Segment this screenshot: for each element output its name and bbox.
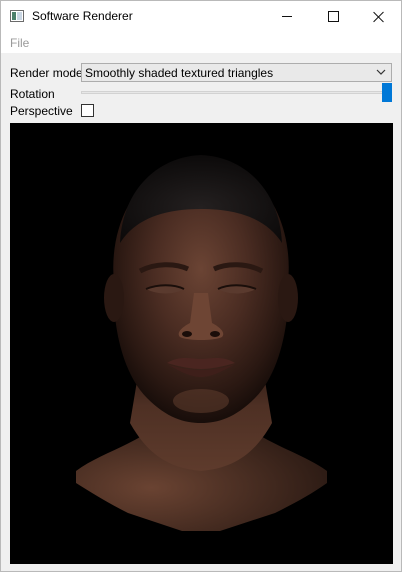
perspective-checkbox[interactable] [81, 104, 94, 117]
app-window: Software Renderer File Render mode Smoot… [0, 0, 402, 572]
render-mode-value: Smoothly shaded textured triangles [85, 66, 274, 80]
app-window-icon [10, 10, 24, 22]
window-title: Software Renderer [32, 9, 133, 23]
rotation-slider-track[interactable] [81, 91, 387, 94]
render-mode-label: Render mode [10, 66, 83, 80]
chevron-down-icon [376, 69, 386, 75]
maximize-icon [327, 11, 339, 22]
minimize-button[interactable] [264, 1, 310, 32]
close-icon [373, 11, 385, 23]
minimize-icon [282, 16, 292, 17]
render-viewport[interactable] [10, 123, 393, 564]
title-bar[interactable]: Software Renderer [1, 1, 401, 32]
render-mode-select[interactable]: Smoothly shaded textured triangles [81, 63, 392, 82]
rotation-slider-thumb[interactable] [382, 83, 392, 102]
rendered-head-image [76, 155, 327, 531]
perspective-label: Perspective [10, 104, 73, 118]
rotation-label: Rotation [10, 87, 55, 101]
maximize-button[interactable] [310, 1, 356, 32]
menu-file[interactable]: File [10, 36, 29, 50]
menu-bar: File [1, 32, 401, 53]
close-button[interactable] [356, 1, 402, 32]
